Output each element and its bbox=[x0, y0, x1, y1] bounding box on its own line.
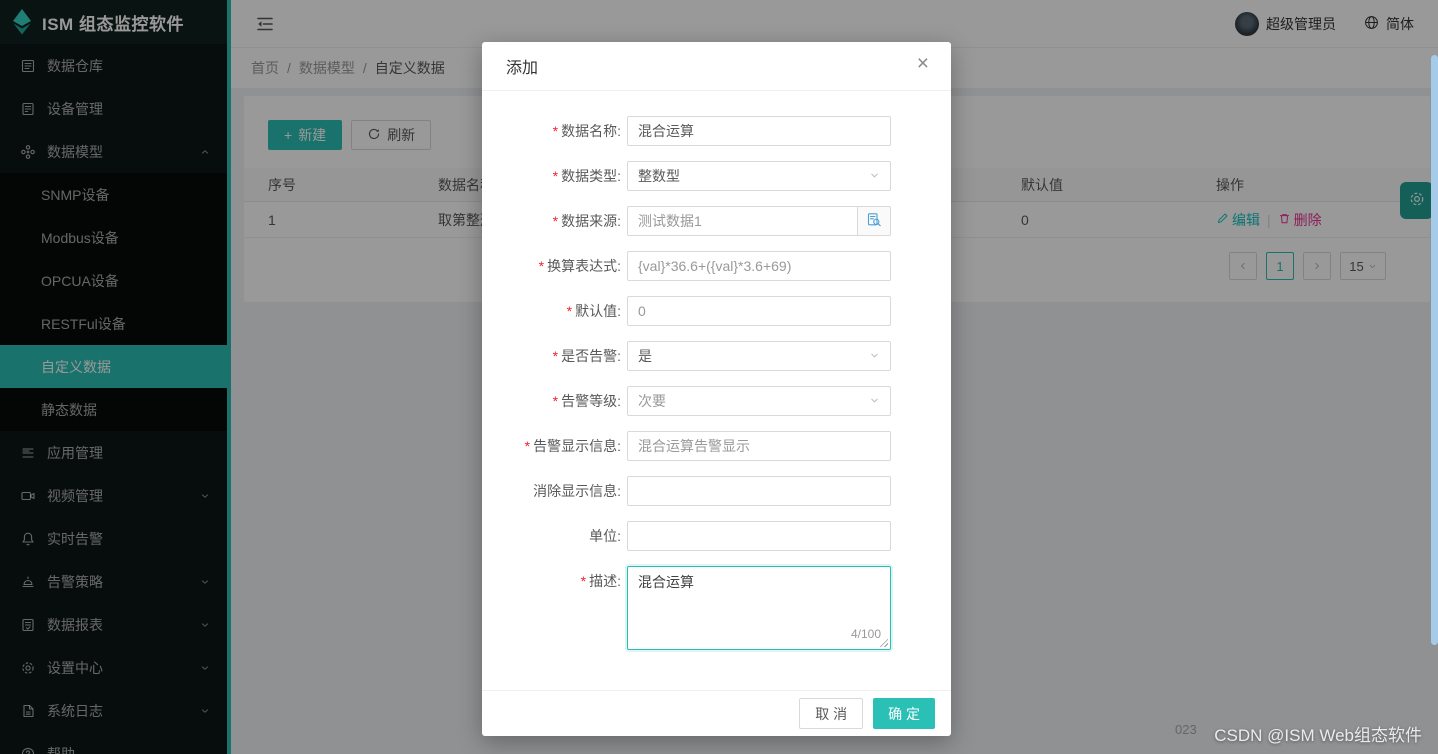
default-value-input[interactable] bbox=[627, 296, 891, 326]
select-value: 是 bbox=[638, 346, 652, 366]
data-source-input[interactable] bbox=[627, 206, 858, 236]
chevron-down-icon bbox=[869, 348, 880, 364]
select-value: 次要 bbox=[638, 391, 666, 411]
field-unit: 单位: bbox=[482, 521, 951, 551]
field-description: *描述: 4/100 bbox=[482, 566, 951, 650]
field-alarm-message: *告警显示信息: bbox=[482, 431, 951, 461]
expression-input[interactable] bbox=[627, 251, 891, 281]
chevron-down-icon bbox=[869, 168, 880, 184]
alarm-message-input[interactable] bbox=[627, 431, 891, 461]
required-mark: * bbox=[553, 168, 558, 184]
field-default-value: *默认值: bbox=[482, 296, 951, 326]
dialog-header: 添加 × bbox=[482, 42, 951, 91]
app-window: ISM 组态监控软件 数据仓库 设备管理 数据模型 SNMP设备 M bbox=[0, 0, 1438, 754]
dialog-footer: 取 消 确 定 bbox=[482, 690, 951, 736]
field-label: 换算表达式: bbox=[547, 258, 621, 274]
field-label: 数据名称: bbox=[561, 123, 621, 139]
dialog-title: 添加 bbox=[506, 54, 538, 78]
field-alarm-level: *告警等级: 次要 bbox=[482, 386, 951, 416]
file-search-icon bbox=[866, 212, 882, 231]
close-icon[interactable]: × bbox=[911, 52, 935, 76]
field-expression: *换算表达式: bbox=[482, 251, 951, 281]
field-alarm-enabled: *是否告警: 是 bbox=[482, 341, 951, 371]
required-mark: * bbox=[553, 123, 558, 139]
required-mark: * bbox=[581, 573, 586, 589]
field-data-name: *数据名称: bbox=[482, 116, 951, 146]
field-label: 消除显示信息: bbox=[533, 483, 621, 499]
alarm-enabled-select[interactable]: 是 bbox=[627, 341, 891, 371]
unit-input[interactable] bbox=[627, 521, 891, 551]
field-data-source: *数据来源: bbox=[482, 206, 951, 236]
field-label: 告警等级: bbox=[561, 393, 621, 409]
required-mark: * bbox=[553, 348, 558, 364]
field-label: 默认值: bbox=[575, 303, 621, 319]
scrollbar-thumb[interactable] bbox=[1431, 55, 1438, 645]
required-mark: * bbox=[567, 303, 572, 319]
required-mark: * bbox=[525, 438, 530, 454]
required-mark: * bbox=[553, 393, 558, 409]
add-dialog: 添加 × *数据名称: *数据类型: 整数型 *数据来源: bbox=[482, 42, 951, 736]
required-mark: * bbox=[553, 213, 558, 229]
watermark: CSDN @ISM Web组态软件 bbox=[1214, 721, 1422, 746]
field-label: 是否告警: bbox=[561, 348, 621, 364]
alarm-level-select[interactable]: 次要 bbox=[627, 386, 891, 416]
select-value: 整数型 bbox=[638, 166, 680, 186]
data-type-select[interactable]: 整数型 bbox=[627, 161, 891, 191]
data-name-input[interactable] bbox=[627, 116, 891, 146]
field-label: 告警显示信息: bbox=[533, 438, 621, 454]
field-label: 单位: bbox=[589, 528, 621, 544]
required-mark: * bbox=[539, 258, 544, 274]
data-source-picker-button[interactable] bbox=[858, 206, 891, 236]
field-label: 数据来源: bbox=[561, 213, 621, 229]
ok-button[interactable]: 确 定 bbox=[873, 698, 935, 729]
field-label: 数据类型: bbox=[561, 168, 621, 184]
dialog-form: *数据名称: *数据类型: 整数型 *数据来源: bbox=[482, 91, 951, 690]
cancel-button[interactable]: 取 消 bbox=[799, 698, 863, 729]
field-label: 描述: bbox=[589, 573, 621, 589]
field-clear-message: 消除显示信息: bbox=[482, 476, 951, 506]
clear-message-input[interactable] bbox=[627, 476, 891, 506]
field-data-type: *数据类型: 整数型 bbox=[482, 161, 951, 191]
char-counter: 4/100 bbox=[851, 627, 881, 641]
chevron-down-icon bbox=[869, 393, 880, 409]
